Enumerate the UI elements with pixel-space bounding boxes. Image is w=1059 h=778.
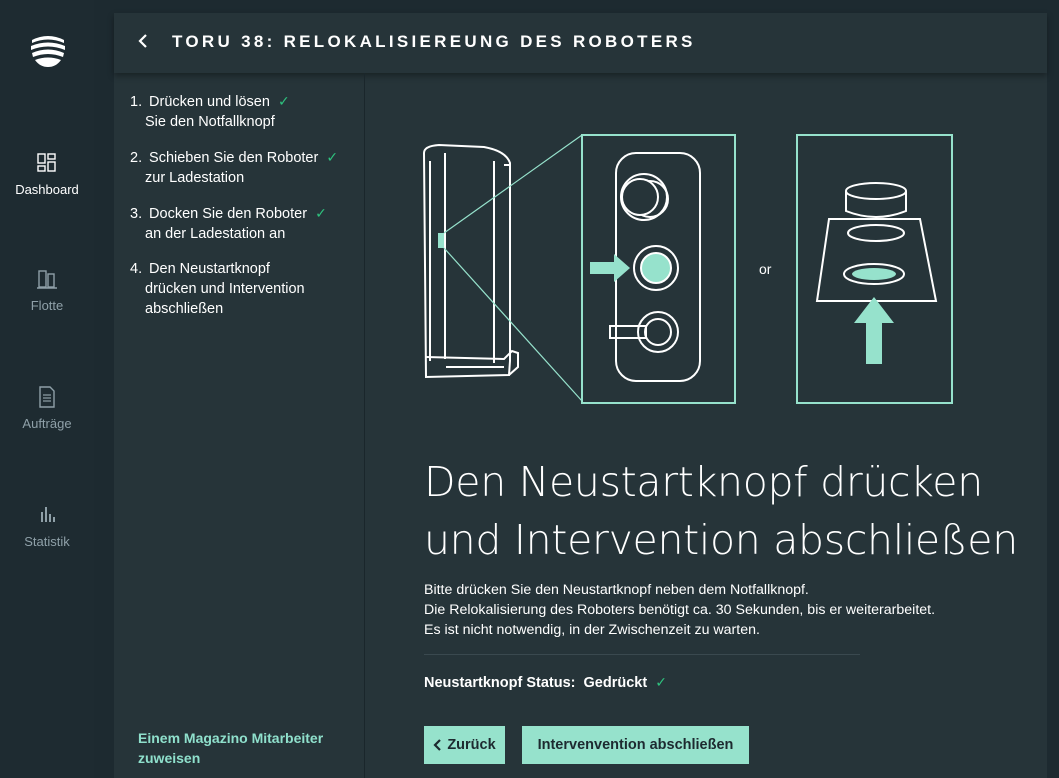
nav-label: Aufträge	[22, 416, 72, 431]
step-text: Schieben Sie den Roboter	[149, 150, 319, 166]
status-label: Neustartknopf Status:	[424, 675, 576, 691]
step-text: Docken Sie den Roboter	[149, 206, 308, 222]
step-item: 2. Schieben Sie den Roboter ✓ zur Ladest…	[130, 147, 360, 188]
step-text: an der Ladestation an	[145, 226, 286, 242]
nav-item-flotte[interactable]: Flotte	[0, 268, 94, 313]
nav-item-statistik[interactable]: Statistik	[0, 504, 94, 549]
step-text: abschließen	[145, 301, 224, 317]
instruction-text: Bitte drücken Sie den Neustartknopf nebe…	[424, 580, 1024, 640]
page-title: TORU 38: RELOKALISIEREUNG DES ROBOTERS	[172, 32, 696, 51]
statistics-icon	[41, 507, 55, 522]
document-icon	[39, 386, 55, 408]
dashboard-icon	[37, 153, 56, 172]
steps-list: 1. Drücken und lösen ✓ Sie den Notfallkn…	[114, 73, 365, 778]
step-item-current: 4. Den Neustartknopf drücken und Interve…	[130, 259, 360, 319]
nav-label: Dashboard	[15, 182, 79, 197]
check-icon: ✓	[277, 93, 290, 109]
check-icon: ✓	[326, 149, 339, 165]
step-text: Drücken und lösen	[149, 94, 270, 110]
chevron-left-icon	[433, 739, 442, 751]
nav-label: Statistik	[24, 534, 70, 549]
step-heading: Den Neustartknopf drücken und Interventi…	[424, 453, 1024, 569]
step-text: drücken und Intervention	[145, 281, 305, 297]
nav-label: Flotte	[30, 298, 64, 313]
logo-icon	[31, 36, 65, 67]
fleet-icon	[37, 270, 57, 289]
sidebar: Dashboard Flotte Aufträge Statistik	[0, 0, 94, 778]
check-icon: ✓	[655, 674, 667, 690]
heading-line: und Intervention abschließen	[424, 516, 1018, 564]
divider	[424, 654, 860, 655]
instruction-line: Die Relokalisierung des Roboters benötig…	[424, 602, 936, 618]
intervention-panel: TORU 38: RELOKALISIEREUNG DES ROBOTERS 1…	[114, 13, 1047, 778]
back-chevron-icon[interactable]	[136, 30, 152, 54]
restart-button-illustration: or	[422, 134, 953, 404]
step-text: Den Neustartknopf	[149, 261, 270, 277]
assign-employee-link[interactable]: Einem Magazino Mitarbeiter zuweisen	[138, 728, 358, 768]
step-number: 1.	[130, 94, 143, 110]
step-item: 1. Drücken und lösen ✓ Sie den Notfallkn…	[130, 91, 360, 132]
back-button-label: Zurück	[447, 737, 496, 753]
step-number: 3.	[130, 206, 143, 222]
check-icon: ✓	[315, 205, 327, 221]
heading-line: Den Neustartknopf drücken	[424, 458, 983, 506]
nav-item-dashboard[interactable]: Dashboard	[0, 152, 94, 197]
nav-item-auftraege[interactable]: Aufträge	[0, 386, 94, 431]
or-label: or	[759, 261, 772, 277]
instruction-line: Bitte drücken Sie den Neustartknopf nebe…	[424, 582, 809, 598]
back-button[interactable]: Zurück	[424, 726, 505, 764]
step-item: 3. Docken Sie den Roboter ✓ an der Lades…	[130, 203, 360, 244]
status-value: Gedrückt	[583, 675, 648, 691]
step-number: 4.	[130, 261, 143, 277]
finish-intervention-button[interactable]: Intervenvention abschließen	[522, 726, 749, 764]
step-text: Sie den Notfallknopf	[145, 114, 275, 130]
restart-button-status: Neustartknopf Status: Gedrückt ✓	[424, 674, 667, 691]
step-text: zur Ladestation	[145, 170, 245, 186]
instruction-line: Es ist nicht notwendig, in der Zwischenz…	[424, 622, 760, 638]
header-bar: TORU 38: RELOKALISIEREUNG DES ROBOTERS	[114, 13, 1047, 73]
finish-button-label: Intervenvention abschließen	[537, 737, 734, 753]
step-number: 2.	[130, 150, 143, 166]
